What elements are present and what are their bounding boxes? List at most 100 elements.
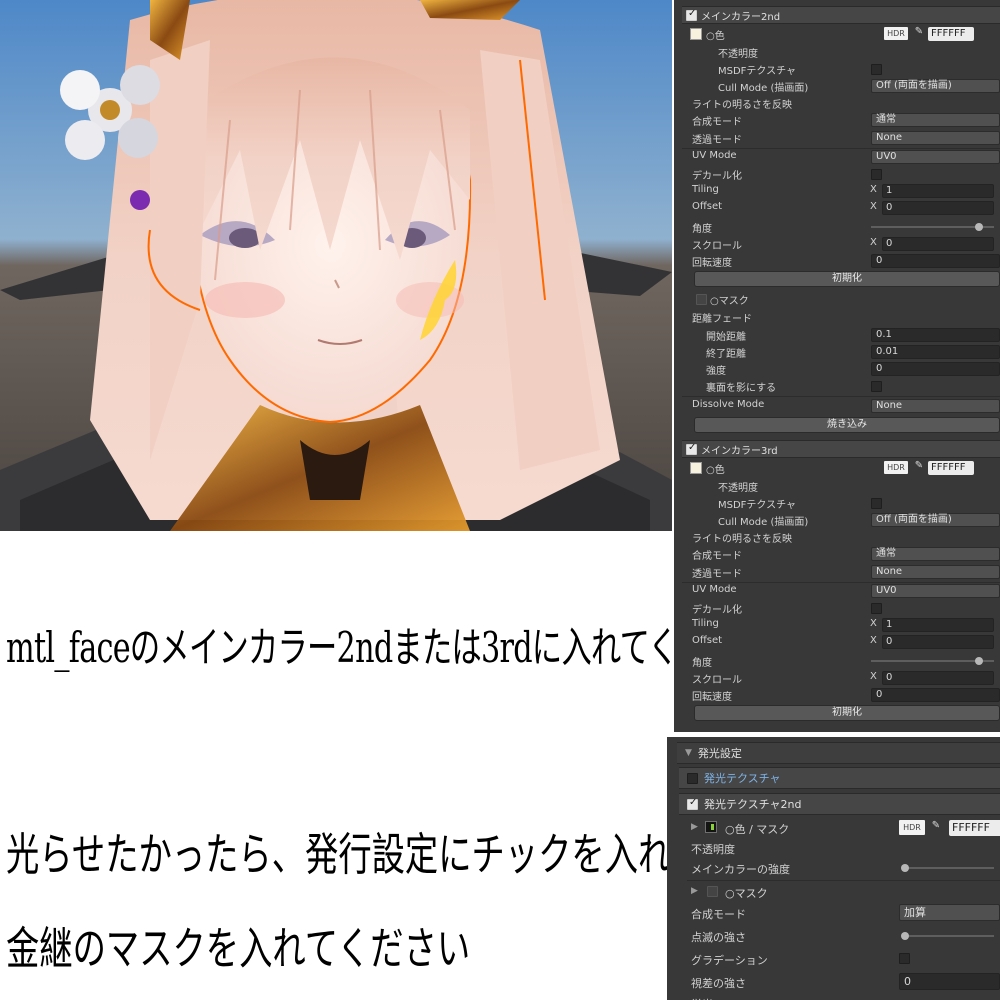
offset-row: Offset X 0 bbox=[692, 200, 1000, 216]
rotate-speed-field[interactable]: 0 bbox=[871, 688, 1000, 702]
end-dist-field[interactable]: 0.01 bbox=[871, 345, 1000, 359]
emission-tex2-checkbox[interactable] bbox=[687, 797, 698, 810]
blend-mode-dropdown[interactable]: 通常 bbox=[871, 113, 1000, 127]
offset-x-field[interactable]: 0 bbox=[882, 635, 994, 649]
eyedropper-icon[interactable]: ✎ bbox=[912, 460, 926, 474]
color-hex-field[interactable]: FFFFFF bbox=[928, 27, 974, 41]
msdf-checkbox[interactable] bbox=[871, 498, 882, 509]
start-dist-row: 開始距離 0.1 bbox=[692, 327, 1000, 343]
partial-label: 単光 bbox=[691, 996, 713, 1000]
start-dist-field[interactable]: 0.1 bbox=[871, 328, 1000, 342]
emission-tex1-header[interactable]: 発光テクスチャ bbox=[679, 767, 1000, 789]
emission-opacity-row: 不透明度 bbox=[689, 838, 1000, 858]
opacity-label: 不透明度 bbox=[718, 49, 758, 60]
parallax-strength-label: 視差の強さ bbox=[691, 977, 746, 990]
angle-slider-knob[interactable] bbox=[975, 223, 984, 231]
color-texture-swatch[interactable] bbox=[690, 462, 702, 474]
emission-mask-slot[interactable] bbox=[707, 886, 718, 897]
blend-mode-label: 合成モード bbox=[692, 551, 742, 562]
rotate-speed-field[interactable]: 0 bbox=[871, 254, 1000, 268]
emission-parallax-row: 視差の強さ 0 bbox=[689, 972, 1000, 992]
eyedropper-icon[interactable]: ✎ bbox=[929, 820, 943, 834]
scroll-x-field[interactable]: 0 bbox=[882, 671, 994, 685]
main-color-3rd-checkbox[interactable] bbox=[686, 442, 697, 455]
angle-row: 角度 bbox=[692, 653, 1000, 669]
bake-button[interactable]: 焼き込み bbox=[694, 417, 1000, 433]
cull-mode-dropdown[interactable]: Off (両面を描画) bbox=[871, 513, 1000, 527]
color-hex-field[interactable]: FFFFFF bbox=[928, 461, 974, 475]
decal-checkbox[interactable] bbox=[871, 169, 882, 180]
main-color-2nd-title: メインカラー2nd bbox=[701, 11, 781, 23]
instruction-caption-3: 金継のマスクを入れてください bbox=[6, 922, 471, 975]
color-texture-swatch[interactable] bbox=[690, 28, 702, 40]
dissolve-mode-dropdown[interactable]: None bbox=[871, 399, 1000, 413]
emission-blend-row: 合成モード 加算 bbox=[689, 903, 1000, 923]
uv-mode-label: UV Mode bbox=[692, 150, 737, 161]
cull-mode-dropdown[interactable]: Off (両面を描画) bbox=[871, 79, 1000, 93]
main-strength-knob[interactable] bbox=[900, 864, 909, 872]
offset-x-field[interactable]: 0 bbox=[882, 201, 994, 215]
gradation-checkbox[interactable] bbox=[899, 953, 910, 964]
instruction-caption-2: 光らせたかったら、発行設定にチックを入れて bbox=[6, 828, 704, 881]
expand-arrow-icon[interactable]: ▶ bbox=[691, 822, 698, 832]
parallax-strength-field[interactable]: 0 bbox=[899, 973, 1000, 990]
tiling-x-field[interactable]: 1 bbox=[882, 184, 994, 198]
dissolve-row: Dissolve Mode None bbox=[692, 398, 1000, 414]
strength-row: 強度 0 bbox=[692, 361, 1000, 377]
emission-hex-field[interactable]: FFFFFF bbox=[949, 820, 1000, 836]
blink-strength-slider[interactable] bbox=[900, 932, 994, 940]
angle-label: 角度 bbox=[692, 224, 712, 235]
blink-strength-knob[interactable] bbox=[900, 932, 909, 940]
strength-field[interactable]: 0 bbox=[871, 362, 1000, 376]
emission-section-header[interactable]: ▼ 発光設定 bbox=[677, 742, 1000, 764]
scroll-label: スクロール bbox=[692, 241, 742, 252]
hdr-badge[interactable]: HDR bbox=[899, 820, 925, 835]
emission-color-mask-row: ▶ ○色 / マスク HDR ✎ FFFFFF bbox=[689, 818, 1000, 838]
hdr-badge[interactable]: HDR bbox=[884, 461, 908, 474]
blend-mode-dropdown[interactable]: 通常 bbox=[871, 547, 1000, 561]
reset-button[interactable]: 初期化 bbox=[694, 705, 1000, 721]
emission-tex1-checkbox[interactable] bbox=[687, 772, 698, 784]
scroll-x-label: X bbox=[870, 237, 877, 248]
tiling-label: Tiling bbox=[692, 618, 719, 629]
color-label: ○色 bbox=[706, 31, 725, 42]
hdr-badge[interactable]: HDR bbox=[884, 27, 908, 40]
emission-blink-row: 点滅の強さ bbox=[689, 926, 1000, 946]
scroll-label: スクロール bbox=[692, 675, 742, 686]
cull-row: Cull Mode (描画面) Off (両面を描画) bbox=[692, 512, 1000, 528]
angle-slider-knob[interactable] bbox=[975, 657, 984, 665]
msdf-checkbox[interactable] bbox=[871, 64, 882, 75]
offset-label: Offset bbox=[692, 201, 723, 212]
light-label: ライトの明るさを反映 bbox=[692, 100, 792, 111]
tiling-x-label: X bbox=[870, 184, 877, 195]
backface-shadow-checkbox[interactable] bbox=[871, 381, 882, 392]
tiling-x-field[interactable]: 1 bbox=[882, 618, 994, 632]
eyedropper-icon[interactable]: ✎ bbox=[912, 26, 926, 40]
main-strength-slider[interactable] bbox=[900, 864, 994, 872]
uv-mode-dropdown[interactable]: UV0 bbox=[871, 584, 1000, 598]
section-header-main-color-3rd[interactable]: メインカラー3rd bbox=[682, 440, 1000, 458]
main-color-2nd-checkbox[interactable] bbox=[686, 8, 697, 21]
angle-slider[interactable] bbox=[871, 223, 994, 231]
uv-mode-dropdown[interactable]: UV0 bbox=[871, 150, 1000, 164]
scroll-row: スクロール X 0 bbox=[692, 236, 1000, 252]
scroll-x-field[interactable]: 0 bbox=[882, 237, 994, 251]
angle-slider[interactable] bbox=[871, 657, 994, 665]
collapse-arrow-icon[interactable]: ▼ bbox=[685, 748, 692, 758]
emission-mask-row: ▶ ○マスク bbox=[689, 882, 1000, 902]
mask-swatch[interactable] bbox=[696, 294, 707, 305]
transparent-mode-dropdown[interactable]: None bbox=[871, 131, 1000, 145]
blink-strength-label: 点滅の強さ bbox=[691, 931, 746, 944]
expand-arrow-icon[interactable]: ▶ bbox=[691, 886, 698, 896]
rotate-row: 回転速度 0 bbox=[692, 687, 1000, 703]
decal-checkbox[interactable] bbox=[871, 603, 882, 614]
emission-mask-swatch[interactable] bbox=[705, 821, 717, 833]
mask-row: ○マスク bbox=[692, 291, 1000, 307]
emission-blend-dropdown[interactable]: 加算 bbox=[899, 904, 1000, 921]
reset-button[interactable]: 初期化 bbox=[694, 271, 1000, 287]
emission-tex2-header[interactable]: 発光テクスチャ2nd bbox=[679, 793, 1000, 815]
section-header-main-color-2nd[interactable]: メインカラー2nd bbox=[682, 6, 1000, 24]
offset-x-label: X bbox=[870, 635, 877, 646]
transparent-mode-dropdown[interactable]: None bbox=[871, 565, 1000, 579]
tiling-label: Tiling bbox=[692, 184, 719, 195]
